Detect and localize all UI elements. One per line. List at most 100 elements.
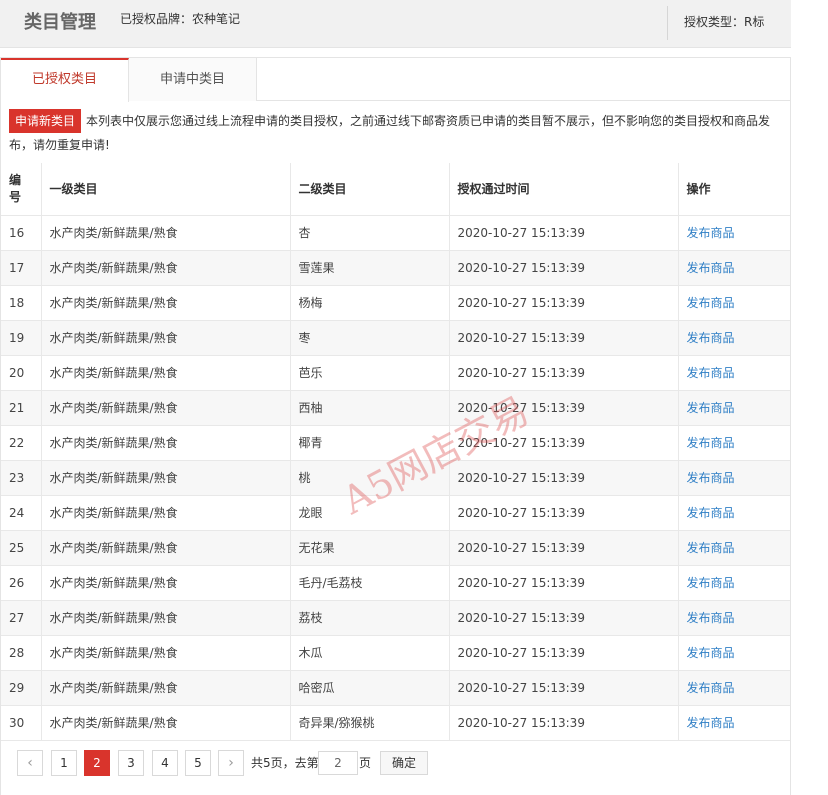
- page-title: 类目管理: [24, 12, 96, 33]
- page-margin: [791, 0, 828, 795]
- row-level1-category: 水产肉类/新鲜蔬果/熟食: [49, 471, 178, 485]
- row-id-cell: 19: [1, 320, 42, 356]
- row-operation-cell: 发布商品: [678, 495, 790, 531]
- row-operation-cell: 发布商品: [678, 635, 790, 671]
- row-level1-category-cell: 水产肉类/新鲜蔬果/熟食: [41, 425, 291, 461]
- tab-authorized-categories[interactable]: 已授权类目: [1, 58, 129, 102]
- column-header-operation: 操作: [678, 163, 790, 216]
- row-level1-category: 水产肉类/新鲜蔬果/熟食: [49, 366, 178, 380]
- row-level2-category: 毛丹/毛荔枝: [298, 576, 363, 590]
- publish-product-link[interactable]: 发布商品: [687, 611, 735, 625]
- row-level2-category: 芭乐: [298, 366, 323, 380]
- row-id: 26: [9, 575, 25, 590]
- row-level1-category-cell: 水产肉类/新鲜蔬果/熟食: [41, 565, 291, 601]
- row-auth-time: 2020-10-27 15:13:39: [457, 575, 585, 590]
- row-level2-category: 枣: [298, 331, 311, 345]
- row-level1-category: 水产肉类/新鲜蔬果/熟食: [49, 331, 178, 345]
- row-level2-category-cell: 西柚: [290, 390, 450, 426]
- row-id-cell: 23: [1, 460, 42, 496]
- publish-product-link[interactable]: 发布商品: [687, 646, 735, 660]
- publish-product-link[interactable]: 发布商品: [687, 226, 735, 240]
- table-row: 21 水产肉类/新鲜蔬果/熟食 西柚 2020-10-27 15:13:39 发布商品: [1, 390, 790, 426]
- row-level2-category-cell: 杨梅: [290, 285, 450, 321]
- publish-product-link[interactable]: 发布商品: [687, 716, 735, 730]
- row-auth-time-cell: 2020-10-27 15:13:39: [449, 285, 679, 321]
- row-auth-time-cell: 2020-10-27 15:13:39: [449, 600, 679, 636]
- publish-product-link[interactable]: 发布商品: [687, 471, 735, 485]
- category-table: 编号 一级类目 二级类目 授权通过时间 操作 16 水产肉类/新鲜蔬果/熟食 杏 20…: [1, 163, 790, 741]
- page-button-2[interactable]: 2: [84, 750, 110, 776]
- page-button-1[interactable]: 1: [51, 750, 77, 776]
- row-level1-category-cell: 水产肉类/新鲜蔬果/熟食: [41, 460, 291, 496]
- publish-product-link[interactable]: 发布商品: [687, 401, 735, 415]
- row-operation-cell: 发布商品: [678, 530, 790, 566]
- authorized-brand: 已授权品牌：农种笔记: [120, 12, 241, 26]
- publish-product-link[interactable]: 发布商品: [687, 506, 735, 520]
- row-level2-category-cell: 奇异果/猕猴桃: [290, 705, 450, 741]
- row-level1-category-cell: 水产肉类/新鲜蔬果/熟食: [41, 355, 291, 391]
- column-header-id: 编号: [1, 163, 42, 216]
- goto-page-input[interactable]: [318, 751, 358, 775]
- apply-new-category-button[interactable]: 申请新类目: [9, 109, 82, 133]
- row-level1-category: 水产肉类/新鲜蔬果/熟食: [49, 681, 178, 695]
- publish-product-link[interactable]: 发布商品: [687, 296, 735, 310]
- row-level2-category: 椰青: [298, 436, 323, 450]
- row-auth-time-cell: 2020-10-27 15:13:39: [449, 320, 679, 356]
- row-level2-category: 木瓜: [298, 646, 323, 660]
- row-operation-cell: 发布商品: [678, 670, 790, 706]
- table-row: 22 水产肉类/新鲜蔬果/熟食 椰青 2020-10-27 15:13:39 发布商品: [1, 425, 790, 461]
- row-level1-category: 水产肉类/新鲜蔬果/熟食: [49, 716, 178, 730]
- row-id: 19: [9, 330, 25, 345]
- row-level2-category: 杏: [298, 226, 311, 240]
- publish-product-link[interactable]: 发布商品: [687, 541, 735, 555]
- row-level2-category-cell: 毛丹/毛荔枝: [290, 565, 450, 601]
- publish-product-link[interactable]: 发布商品: [687, 366, 735, 380]
- row-level2-category-cell: 龙眼: [290, 495, 450, 531]
- row-level1-category-cell: 水产肉类/新鲜蔬果/熟食: [41, 635, 291, 671]
- page-button-3[interactable]: 3: [118, 750, 144, 776]
- table-row: 25 水产肉类/新鲜蔬果/熟食 无花果 2020-10-27 15:13:39 发布商品: [1, 530, 790, 566]
- row-auth-time: 2020-10-27 15:13:39: [457, 505, 585, 520]
- prev-page-icon[interactable]: ‹: [17, 750, 43, 776]
- row-id: 29: [9, 680, 25, 695]
- row-id: 16: [9, 225, 25, 240]
- row-id-cell: 24: [1, 495, 42, 531]
- pagination-page-suffix: 页: [359, 756, 372, 770]
- row-auth-time-cell: 2020-10-27 15:13:39: [449, 355, 679, 391]
- tab-bar: 已授权类目 申请中类目: [1, 58, 790, 102]
- row-auth-time-cell: 2020-10-27 15:13:39: [449, 495, 679, 531]
- tab-pending-categories[interactable]: 申请中类目: [129, 58, 257, 101]
- page-button-4[interactable]: 4: [152, 750, 178, 776]
- row-auth-time: 2020-10-27 15:13:39: [457, 260, 585, 275]
- row-auth-time: 2020-10-27 15:13:39: [457, 400, 585, 415]
- publish-product-link[interactable]: 发布商品: [687, 261, 735, 275]
- publish-product-link[interactable]: 发布商品: [687, 681, 735, 695]
- publish-product-link[interactable]: 发布商品: [687, 436, 735, 450]
- row-auth-time: 2020-10-27 15:13:39: [457, 610, 585, 625]
- row-level2-category: 桃: [298, 471, 311, 485]
- row-level1-category: 水产肉类/新鲜蔬果/熟食: [49, 541, 178, 555]
- row-auth-time-cell: 2020-10-27 15:13:39: [449, 530, 679, 566]
- publish-product-link[interactable]: 发布商品: [687, 331, 735, 345]
- row-level1-category: 水产肉类/新鲜蔬果/熟食: [49, 436, 178, 450]
- row-auth-time-cell: 2020-10-27 15:13:39: [449, 670, 679, 706]
- row-auth-time: 2020-10-27 15:13:39: [457, 365, 585, 380]
- row-auth-time-cell: 2020-10-27 15:13:39: [449, 565, 679, 601]
- row-level2-category-cell: 芭乐: [290, 355, 450, 391]
- row-auth-time: 2020-10-27 15:13:39: [457, 680, 585, 695]
- row-id: 17: [9, 260, 25, 275]
- row-level2-category: 哈密瓜: [298, 681, 335, 695]
- confirm-button[interactable]: 确定: [380, 751, 428, 775]
- notice-text: 本列表中仅展示您通过线上流程申请的类目授权，之前通过线下邮寄资质已申请的类目暂不…: [9, 114, 771, 152]
- row-level2-category: 杨梅: [298, 296, 323, 310]
- notice: 申请新类目 本列表中仅展示您通过线上流程申请的类目授权，之前通过线下邮寄资质已申请…: [9, 109, 784, 157]
- table-row: 20 水产肉类/新鲜蔬果/熟食 芭乐 2020-10-27 15:13:39 发布商品: [1, 355, 790, 391]
- table-row: 28 水产肉类/新鲜蔬果/熟食 木瓜 2020-10-27 15:13:39 发布商品: [1, 635, 790, 671]
- row-level1-category-cell: 水产肉类/新鲜蔬果/熟食: [41, 320, 291, 356]
- next-page-icon[interactable]: ›: [218, 750, 244, 776]
- table-row: 24 水产肉类/新鲜蔬果/熟食 龙眼 2020-10-27 15:13:39 发布商品: [1, 495, 790, 531]
- publish-product-link[interactable]: 发布商品: [687, 576, 735, 590]
- row-auth-time: 2020-10-27 15:13:39: [457, 330, 585, 345]
- page-button-5[interactable]: 5: [185, 750, 211, 776]
- row-level1-category-cell: 水产肉类/新鲜蔬果/熟食: [41, 390, 291, 426]
